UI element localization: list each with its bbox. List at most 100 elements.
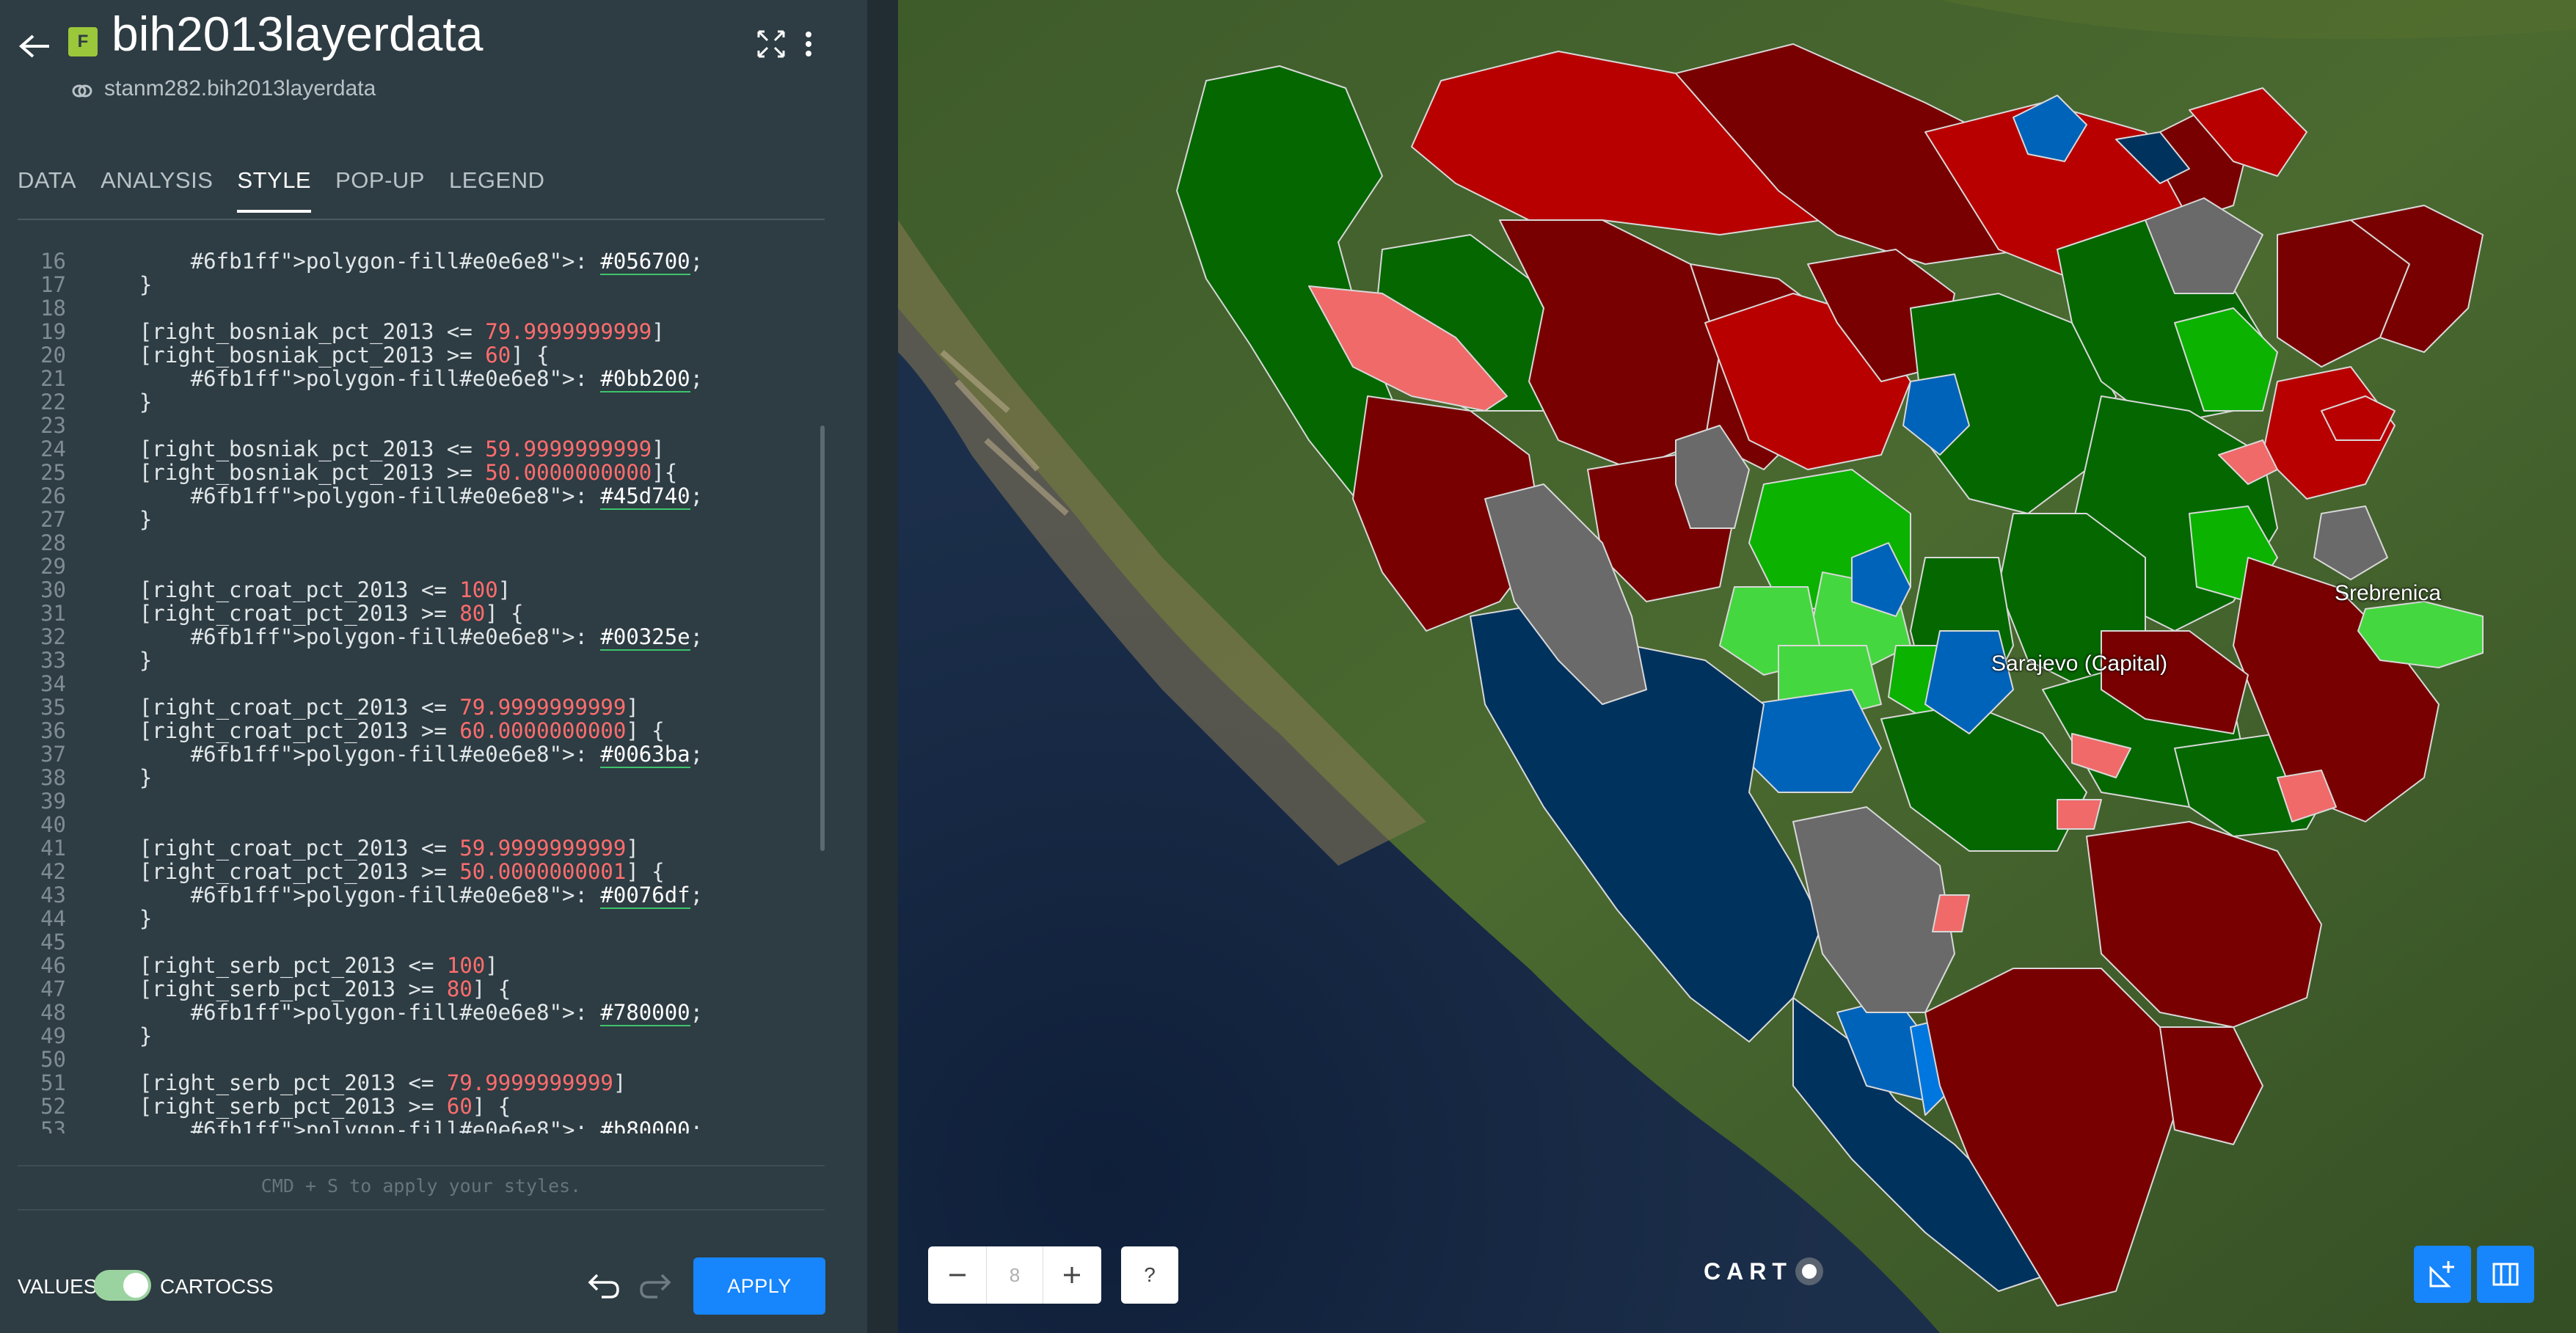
code-line[interactable]: 36 [right_croat_pct_2013 >= 60.000000000…: [18, 719, 825, 742]
code-line[interactable]: 33 }: [18, 649, 825, 672]
code-line[interactable]: 21 #6fb1ff">polygon-fill#e0e6e8">: #0bb2…: [18, 366, 825, 392]
code-line[interactable]: 43 #6fb1ff">polygon-fill#e0e6e8">: #0076…: [18, 883, 825, 909]
code-line[interactable]: 53 #6fb1ff">polygon-fill#e0e6e8">: #b800…: [18, 1117, 825, 1133]
tab-legend[interactable]: LEGEND: [449, 167, 544, 213]
code-line[interactable]: 26 #6fb1ff">polygon-fill#e0e6e8">: #45d7…: [18, 483, 825, 510]
carto-logo-dot: [1795, 1257, 1823, 1285]
code-text: [right_bosniak_pct_2013 >= 50.0000000000…: [88, 460, 678, 485]
expand-icon[interactable]: [756, 29, 787, 59]
code-line[interactable]: 18: [18, 296, 825, 320]
zoom-in-button[interactable]: [1043, 1246, 1101, 1304]
code-line[interactable]: 17 }: [18, 273, 825, 296]
region-serb-south-3[interactable]: [2159, 1026, 2263, 1145]
code-line[interactable]: 51 [right_serb_pct_2013 <= 79.9999999999…: [18, 1071, 825, 1095]
tab-analysis[interactable]: ANALYSIS: [101, 167, 213, 213]
code-line[interactable]: 16 #6fb1ff">polygon-fill#e0e6e8">: #0567…: [18, 249, 825, 275]
code-line[interactable]: 25 [right_bosniak_pct_2013 >= 50.0000000…: [18, 461, 825, 484]
draw-tool-button[interactable]: [2414, 1246, 2471, 1303]
code-line[interactable]: 22 }: [18, 390, 825, 414]
line-number: 23: [40, 413, 66, 438]
line-number: 41: [40, 836, 66, 861]
widgets-toggle-button[interactable]: [2477, 1246, 2534, 1303]
hint-divider-top: [18, 1165, 825, 1166]
carto-logo: CART: [1704, 1257, 1823, 1285]
code-line[interactable]: 20 [right_bosniak_pct_2013 >= 60] {: [18, 343, 825, 367]
code-text: [right_serb_pct_2013 >= 80] {: [88, 976, 511, 1001]
region-bosniak-central-7[interactable]: [1880, 704, 2087, 852]
code-line[interactable]: 37 #6fb1ff">polygon-fill#e0e6e8">: #0063…: [18, 742, 825, 768]
code-line[interactable]: 27 }: [18, 508, 825, 531]
code-line[interactable]: 38 }: [18, 766, 825, 789]
zoom-out-button[interactable]: [928, 1246, 986, 1304]
dataset-type-badge: F: [68, 27, 98, 56]
cartocss-editor[interactable]: 16 #6fb1ff">polygon-fill#e0e6e8">: #0567…: [18, 249, 825, 1133]
code-text: #6fb1ff">polygon-fill#e0e6e8">: #056700;: [190, 249, 704, 275]
help-button[interactable]: ?: [1121, 1246, 1178, 1304]
line-number: 26: [40, 483, 66, 508]
line-number: 47: [40, 976, 66, 1001]
code-text: [right_bosniak_pct_2013 <= 79.9999999999…: [88, 319, 665, 344]
region-no-majority-3[interactable]: [1792, 806, 1955, 1013]
code-line[interactable]: 47 [right_serb_pct_2013 >= 80] {: [18, 977, 825, 1001]
code-line[interactable]: 32 #6fb1ff">polygon-fill#e0e6e8">: #0032…: [18, 624, 825, 651]
code-line[interactable]: 24 [right_bosniak_pct_2013 <= 59.9999999…: [18, 437, 825, 461]
code-line[interactable]: 30 [right_croat_pct_2013 <= 100]: [18, 578, 825, 602]
code-line[interactable]: 19 [right_bosniak_pct_2013 <= 79.9999999…: [18, 320, 825, 343]
code-line[interactable]: 46 [right_serb_pct_2013 <= 100]: [18, 954, 825, 977]
tab-popup[interactable]: POP-UP: [335, 167, 425, 213]
code-line[interactable]: 45: [18, 930, 825, 954]
line-number: 31: [40, 601, 66, 626]
code-text: [right_serb_pct_2013 <= 100]: [88, 953, 498, 978]
line-number: 44: [40, 906, 66, 931]
code-line[interactable]: 34: [18, 672, 825, 695]
line-number: 51: [40, 1070, 66, 1095]
code-line[interactable]: 48 #6fb1ff">polygon-fill#e0e6e8">: #7800…: [18, 1000, 825, 1026]
layer-title[interactable]: bih2013layerdata: [112, 6, 483, 62]
map-label-srebrenica: Srebrenica: [2335, 581, 2442, 605]
toggle-knob: [123, 1273, 148, 1298]
code-line[interactable]: 52 [right_serb_pct_2013 >= 60] {: [18, 1095, 825, 1118]
undo-button[interactable]: [585, 1269, 622, 1301]
code-line[interactable]: 41 [right_croat_pct_2013 <= 59.999999999…: [18, 836, 825, 860]
redo-button[interactable]: [637, 1269, 674, 1301]
code-line[interactable]: 40: [18, 813, 825, 836]
code-text: }: [88, 507, 153, 532]
code-line[interactable]: 50: [18, 1048, 825, 1071]
cartocss-label: CARTOCSS: [160, 1275, 274, 1298]
code-text: [right_croat_pct_2013 <= 100]: [88, 577, 511, 602]
map-label-sarajevo: Sarajevo (Capital): [1991, 651, 2168, 676]
editor-scrollbar[interactable]: [820, 426, 825, 851]
dataset-source-link[interactable]: stanm282.bih2013layerdata: [104, 76, 376, 101]
back-button[interactable]: [16, 28, 53, 65]
code-line[interactable]: 29: [18, 555, 825, 578]
line-number: 48: [40, 1000, 66, 1025]
region-no-majority-5[interactable]: [2313, 505, 2388, 580]
code-line[interactable]: 39: [18, 789, 825, 813]
code-line[interactable]: 49 }: [18, 1024, 825, 1048]
tab-style[interactable]: STYLE: [237, 167, 312, 213]
code-line[interactable]: 44 }: [18, 907, 825, 930]
choropleth-layer[interactable]: [898, 0, 2576, 1333]
code-text: [right_bosniak_pct_2013 <= 59.9999999999…: [88, 437, 665, 461]
map-view[interactable]: Srebrenica Sarajevo (Capital) 8 ? CART: [898, 0, 2576, 1333]
values-cartocss-toggle[interactable]: [94, 1270, 151, 1301]
line-number: 35: [40, 695, 66, 720]
tab-data[interactable]: DATA: [18, 167, 76, 213]
region-serb-lowmajority-s[interactable]: [1932, 894, 1970, 932]
tabs-divider: [18, 219, 825, 220]
code-line[interactable]: 23: [18, 414, 825, 437]
apply-button[interactable]: APPLY: [693, 1257, 825, 1315]
code-line[interactable]: 35 [right_croat_pct_2013 <= 79.999999999…: [18, 695, 825, 719]
code-line[interactable]: 42 [right_croat_pct_2013 >= 50.000000000…: [18, 860, 825, 883]
line-number: 18: [40, 296, 66, 321]
code-text: #6fb1ff">polygon-fill#e0e6e8">: #780000;: [190, 1000, 704, 1026]
code-line[interactable]: 28: [18, 531, 825, 555]
more-vertical-icon[interactable]: [804, 29, 813, 59]
line-number: 24: [40, 437, 66, 461]
code-line[interactable]: 31 [right_croat_pct_2013 >= 80] {: [18, 602, 825, 625]
region-serb-lowmajority-e4[interactable]: [2057, 799, 2102, 830]
line-number: 40: [40, 812, 66, 837]
